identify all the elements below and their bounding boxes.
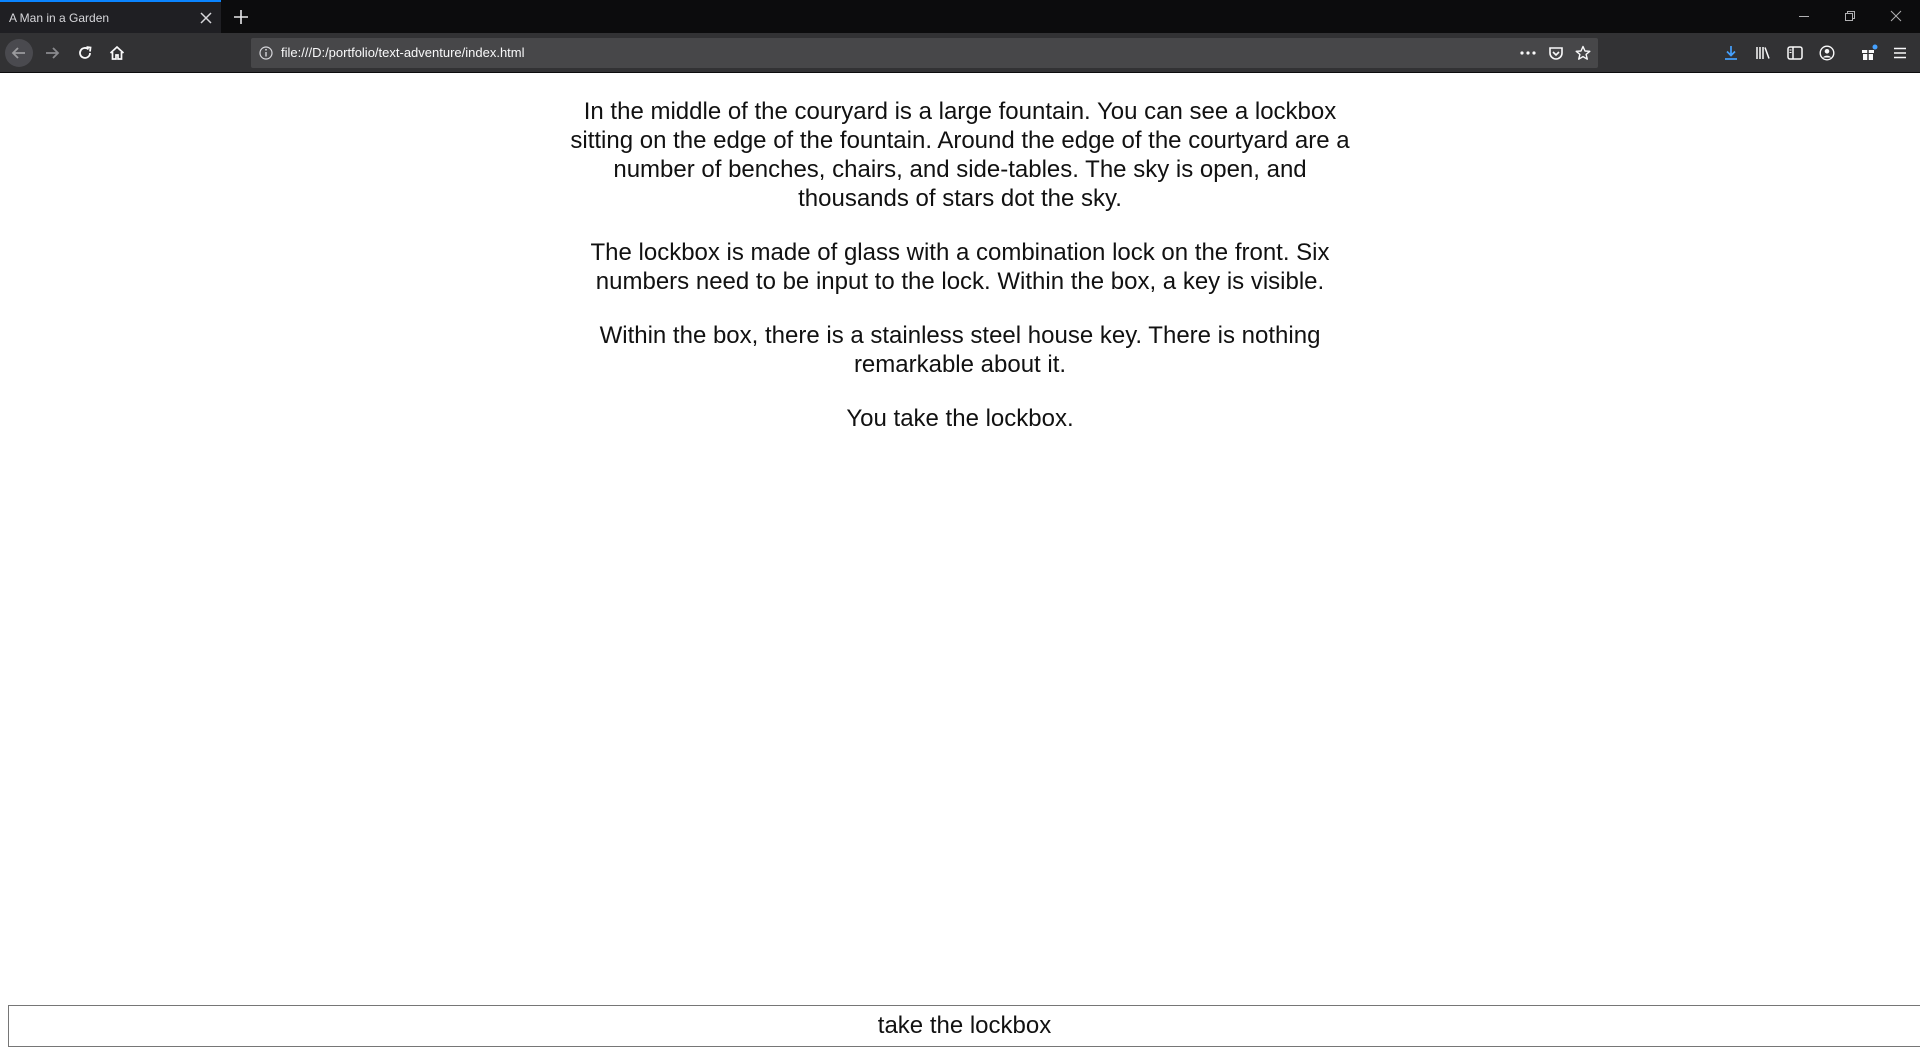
- hamburger-icon[interactable]: [1888, 41, 1912, 65]
- tab-active[interactable]: A Man in a Garden: [0, 0, 221, 33]
- page-content: In the middle of the couryard is a large…: [0, 73, 1920, 1047]
- navigation-toolbar: file:///D:/portfolio/text-adventure/inde…: [0, 33, 1920, 73]
- story-paragraph: You take the lockbox.: [846, 405, 1074, 432]
- command-input[interactable]: [8, 1005, 1920, 1047]
- reload-button[interactable]: [71, 39, 99, 67]
- sidebar-icon[interactable]: [1783, 41, 1807, 65]
- arrow-left-icon: [11, 47, 25, 59]
- arrow-right-icon: [46, 47, 60, 59]
- pocket-icon[interactable]: [1546, 43, 1566, 63]
- star-icon[interactable]: [1573, 43, 1593, 63]
- tab-strip: A Man in a Garden: [0, 0, 1920, 33]
- restore-icon[interactable]: [1838, 6, 1862, 26]
- minimize-icon[interactable]: [1792, 6, 1816, 26]
- plus-icon[interactable]: [230, 6, 252, 28]
- close-icon[interactable]: [197, 9, 215, 27]
- close-window-icon[interactable]: [1884, 6, 1908, 26]
- tab-title: A Man in a Garden: [9, 11, 110, 25]
- story-log: In the middle of the couryard is a large…: [560, 97, 1360, 458]
- download-icon[interactable]: [1719, 41, 1743, 65]
- info-icon[interactable]: [256, 43, 276, 63]
- story-paragraph: In the middle of the couryard is a large…: [570, 98, 1350, 212]
- account-icon[interactable]: [1815, 41, 1839, 65]
- forward-button[interactable]: [38, 39, 66, 67]
- library-icon[interactable]: [1751, 41, 1775, 65]
- back-button[interactable]: [5, 39, 33, 67]
- url-bar[interactable]: file:///D:/portfolio/text-adventure/inde…: [251, 38, 1598, 68]
- more-icon[interactable]: [1518, 43, 1538, 63]
- url-text[interactable]: file:///D:/portfolio/text-adventure/inde…: [281, 45, 525, 60]
- story-paragraph: The lockbox is made of glass with a comb…: [590, 239, 1330, 295]
- home-button[interactable]: [103, 39, 131, 67]
- reload-icon: [79, 46, 92, 59]
- home-icon: [109, 45, 125, 60]
- story-paragraph: Within the box, there is a stainless ste…: [599, 322, 1321, 378]
- gift-icon[interactable]: [1857, 41, 1881, 65]
